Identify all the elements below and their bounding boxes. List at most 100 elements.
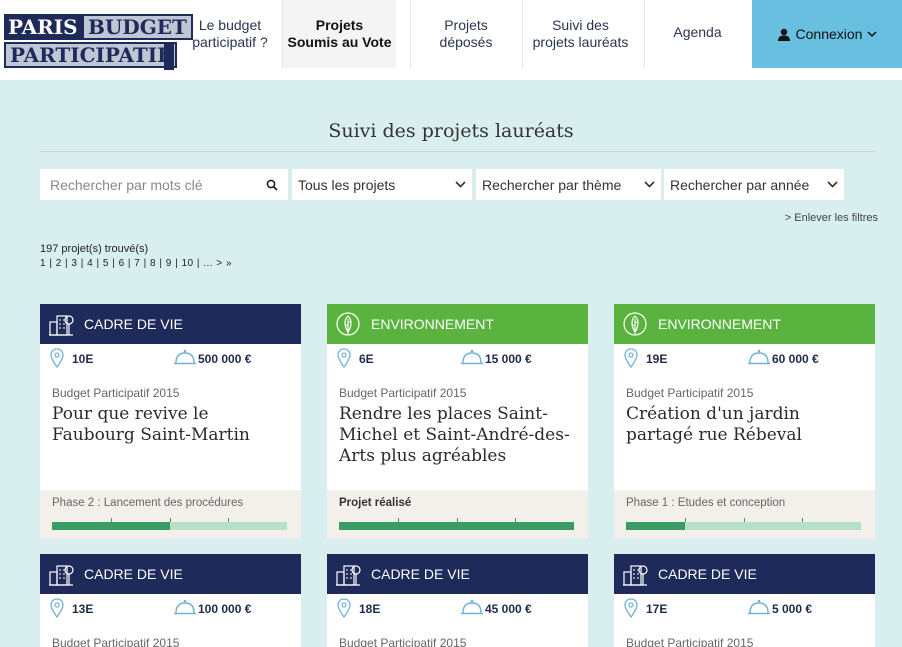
- card-meta: 10E 500 000 €: [40, 344, 301, 374]
- budget-dome-icon: [460, 348, 484, 369]
- card-theme-header: ENVIRONNEMENT: [614, 304, 875, 344]
- card-meta: 6E 15 000 €: [327, 344, 588, 374]
- card-year: Budget Participatif 2015: [339, 386, 467, 400]
- card-year: Budget Participatif 2015: [52, 386, 180, 400]
- nav-item-projets-vote[interactable]: Projets Soumis au Vote: [283, 0, 396, 68]
- card-theme-header: CADRE DE VIE: [40, 304, 301, 344]
- card-phase-label: Phase 1 : Etudes et conception: [626, 497, 786, 509]
- filter-theme-select[interactable]: Rechercher par thème: [476, 169, 661, 200]
- card-phase: Phase 2 : Lancement des procédures: [40, 490, 301, 539]
- search-input[interactable]: Rechercher par mots clé: [40, 169, 288, 200]
- filter-projects-select[interactable]: Tous les projets: [292, 169, 472, 200]
- remove-filters-link[interactable]: > Enlever les filtres: [785, 212, 878, 224]
- nav-item-projets-deposes[interactable]: Projets déposés: [411, 0, 521, 68]
- progress-tick: [457, 518, 458, 522]
- card-year: Budget Participatif 2015: [52, 636, 180, 647]
- logo-text-budget: BUDGET: [82, 14, 193, 40]
- map-pin-icon: [624, 598, 638, 621]
- chevron-down-icon: [827, 181, 838, 188]
- budget-dome-icon: [173, 598, 197, 619]
- budget-dome-icon: [747, 348, 771, 369]
- nav-item-budget[interactable]: Le budget participatif ?: [180, 0, 280, 68]
- site-logo[interactable]: PARIS BUDGET PARTICIPATIF: [0, 14, 193, 74]
- card-budget: 60 000 €: [772, 352, 819, 366]
- card-theme-header: CADRE DE VIE: [327, 554, 588, 594]
- nav-item-agenda[interactable]: Agenda: [645, 0, 750, 68]
- city-icon: [48, 311, 74, 337]
- card-title[interactable]: Pour que revive le Faubourg Saint-Martin: [40, 400, 301, 490]
- user-icon: [777, 28, 790, 41]
- map-pin-icon: [50, 598, 64, 621]
- card-budget: 45 000 €: [485, 602, 532, 616]
- nav-label-top: Le budget: [198, 17, 262, 33]
- pagination[interactable]: 1 | 2 | 3 | 4 | 5 | 6 | 7 | 8 | 9 | 10 |…: [40, 258, 232, 269]
- select-value: Rechercher par année: [670, 176, 810, 193]
- select-value: Tous les projets: [298, 176, 396, 193]
- project-card[interactable]: CADRE DE VIE 17E 5 000 € Budget Participati…: [614, 554, 875, 647]
- card-phase: Projet réalisé: [327, 490, 588, 539]
- project-card[interactable]: ENVIRONNEMENT 19E 60 000 € Budget Participa…: [614, 304, 875, 539]
- progress-bar: [339, 518, 574, 530]
- card-theme-header: CADRE DE VIE: [614, 554, 875, 594]
- card-budget: 5 000 €: [772, 602, 813, 616]
- progress-bar: [52, 518, 287, 530]
- title-divider: [40, 151, 876, 152]
- nav-label-top: Projets: [315, 17, 364, 33]
- search-placeholder: Rechercher par mots clé: [50, 176, 203, 193]
- progress-fill: [626, 522, 685, 530]
- card-meta: 18E 45 000 €: [327, 594, 588, 624]
- nav-label-bottom: participatif ?: [192, 34, 268, 50]
- project-card[interactable]: CADRE DE VIE 13E 100 000 € Budget Participa…: [40, 554, 301, 647]
- project-card[interactable]: ENVIRONNEMENT 6E 15 000 € Budget Participat…: [327, 304, 588, 539]
- budget-dome-icon: [173, 348, 197, 369]
- card-theme-header: CADRE DE VIE: [40, 554, 301, 594]
- search-icon[interactable]: [266, 179, 278, 191]
- project-card[interactable]: CADRE DE VIE 10E 500 000 € Budget Participa…: [40, 304, 301, 539]
- card-arrondissement: 18E: [359, 602, 381, 616]
- logo-text-participatif: PARTICIPATIF: [4, 42, 178, 68]
- login-button[interactable]: Connexion: [752, 0, 902, 68]
- progress-tick: [744, 518, 745, 522]
- nav-label-top: Agenda: [673, 24, 722, 40]
- card-phase: Phase 1 : Etudes et conception: [614, 490, 875, 539]
- map-pin-icon: [337, 348, 351, 371]
- chevron-down-icon: [455, 181, 466, 188]
- progress-tick: [802, 518, 803, 522]
- card-arrondissement: 19E: [646, 352, 668, 366]
- card-budget: 500 000 €: [198, 352, 252, 366]
- progress-tick: [685, 518, 686, 522]
- progress-fill: [52, 522, 170, 530]
- card-theme-label: CADRE DE VIE: [371, 566, 470, 582]
- filter-year-select[interactable]: Rechercher par année: [664, 169, 844, 200]
- map-pin-icon: [337, 598, 351, 621]
- card-arrondissement: 13E: [72, 602, 94, 616]
- card-theme-header: ENVIRONNEMENT: [327, 304, 588, 344]
- progress-tick: [228, 518, 229, 522]
- card-phase-label: Phase 2 : Lancement des procédures: [52, 497, 244, 509]
- card-year: Budget Participatif 2015: [626, 636, 754, 647]
- card-budget: 15 000 €: [485, 352, 532, 366]
- nav-item-suivi[interactable]: Suivi des projets lauréats: [523, 0, 638, 68]
- chevron-down-icon: [644, 181, 655, 188]
- leaf-icon: [335, 311, 361, 337]
- card-theme-label: ENVIRONNEMENT: [658, 316, 781, 332]
- map-pin-icon: [50, 348, 64, 371]
- nav-label-bottom: déposés: [439, 34, 493, 50]
- card-theme-label: CADRE DE VIE: [658, 566, 757, 582]
- nav-label-top: Projets: [444, 17, 488, 33]
- card-arrondissement: 6E: [359, 352, 374, 366]
- card-title[interactable]: Rendre les places Saint-Michel et Saint-…: [327, 400, 588, 490]
- progress-fill: [339, 522, 574, 530]
- card-year: Budget Participatif 2015: [626, 386, 754, 400]
- map-pin-icon: [624, 348, 638, 371]
- card-meta: 19E 60 000 €: [614, 344, 875, 374]
- project-card[interactable]: CADRE DE VIE 18E 45 000 € Budget Participat…: [327, 554, 588, 647]
- progress-tick: [515, 518, 516, 522]
- select-value: Rechercher par thème: [482, 176, 622, 193]
- progress-tick: [398, 518, 399, 522]
- card-meta: 13E 100 000 €: [40, 594, 301, 624]
- card-budget: 100 000 €: [198, 602, 252, 616]
- logo-text-paris: PARIS: [4, 14, 82, 40]
- card-theme-label: CADRE DE VIE: [84, 316, 183, 332]
- card-title[interactable]: Création d'un jardin partagé rue Rébeval: [614, 400, 875, 490]
